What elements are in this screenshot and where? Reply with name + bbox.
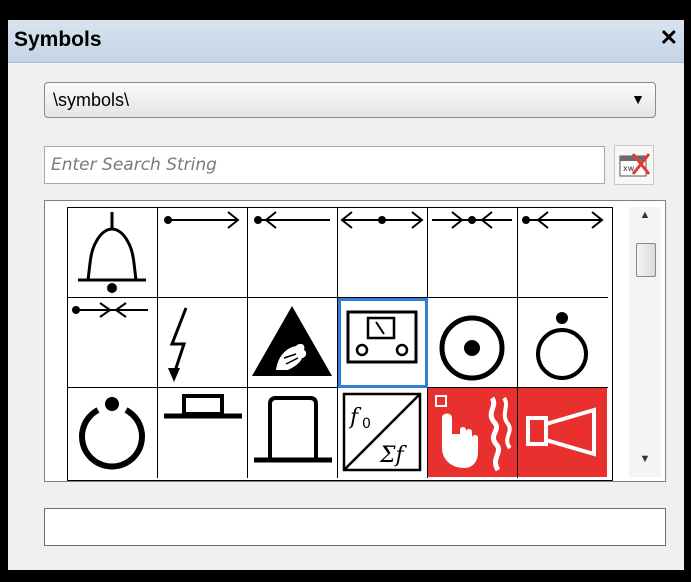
symbol-fire-horn[interactable] [518, 388, 608, 478]
symbol-list: f 0 Σf ▲ ▼ [44, 200, 666, 482]
symbol-meter-box[interactable] [338, 298, 428, 388]
symbol-lightning[interactable] [158, 298, 248, 388]
esd-warning-icon [252, 306, 332, 376]
library-dropdown-value: \symbols\ [53, 90, 130, 110]
symbol-tall-button[interactable] [248, 388, 338, 478]
scroll-up-icon[interactable]: ▲ [629, 209, 661, 231]
meter-box-icon [346, 310, 418, 364]
symbol-arrow-dot-left[interactable] [248, 208, 338, 298]
symbols-panel: Symbols ✕ \symbols\ ▼ xw [8, 20, 684, 570]
symbol-arrow-dot-right[interactable] [158, 208, 248, 298]
symbol-open-circle[interactable] [68, 388, 158, 478]
f0-sigma-f-icon: f 0 Σf [342, 392, 422, 472]
title-bar[interactable]: Symbols ✕ [8, 20, 684, 63]
symbol-circle-dot-top[interactable] [518, 298, 608, 388]
symbol-bell[interactable] [68, 208, 158, 298]
fire-horn-icon [518, 388, 607, 477]
panel-title: Symbols [14, 28, 102, 51]
lightning-icon [168, 307, 188, 382]
close-icon[interactable]: ✕ [660, 26, 678, 50]
dot-double-arrow-icon [522, 211, 604, 229]
symbol-double-arrow-dot[interactable] [338, 208, 428, 298]
arrow-dot-left-icon [254, 211, 330, 229]
bell-icon [78, 212, 146, 293]
small-converging-arrows-icon [72, 302, 148, 318]
svg-text:0: 0 [362, 416, 371, 432]
clear-search-icon: xw [619, 153, 651, 177]
symbol-small-converging-arrows[interactable] [68, 298, 158, 388]
fire-alarm-button-icon [428, 388, 517, 477]
double-arrow-dot-icon [340, 211, 424, 229]
symbol-scrollbar[interactable]: ▲ ▼ [629, 207, 661, 477]
symbol-circle-dot[interactable] [428, 298, 518, 388]
open-circle-icon [79, 397, 145, 470]
symbol-converging-arrows-dot[interactable] [428, 208, 518, 298]
symbol-f0-sigma-f[interactable]: f 0 Σf [338, 388, 428, 478]
scroll-thumb[interactable] [636, 243, 656, 277]
symbol-short-button[interactable] [158, 388, 248, 478]
symbol-fire-alarm-button[interactable] [428, 388, 518, 478]
circle-dot-icon [439, 315, 505, 381]
tall-button-icon [254, 396, 332, 463]
symbol-dot-double-arrow[interactable] [518, 208, 608, 298]
circle-dot-top-icon [536, 312, 588, 380]
library-dropdown[interactable]: \symbols\ ▼ [44, 82, 656, 118]
chevron-down-icon[interactable]: ▼ [631, 91, 645, 107]
window-frame: Symbols ✕ \symbols\ ▼ xw [0, 0, 691, 582]
converging-arrows-dot-icon [432, 211, 512, 229]
svg-text:Σf: Σf [379, 443, 408, 468]
arrow-dot-right-icon [164, 211, 240, 229]
symbol-grid: f 0 Σf [67, 207, 613, 481]
scroll-down-icon[interactable]: ▼ [629, 453, 661, 475]
symbol-name-field[interactable] [44, 508, 666, 546]
symbol-esd-warning[interactable] [248, 298, 338, 388]
short-button-icon [164, 394, 242, 419]
search-input[interactable] [44, 146, 605, 184]
clear-search-button[interactable]: xw [614, 145, 654, 185]
